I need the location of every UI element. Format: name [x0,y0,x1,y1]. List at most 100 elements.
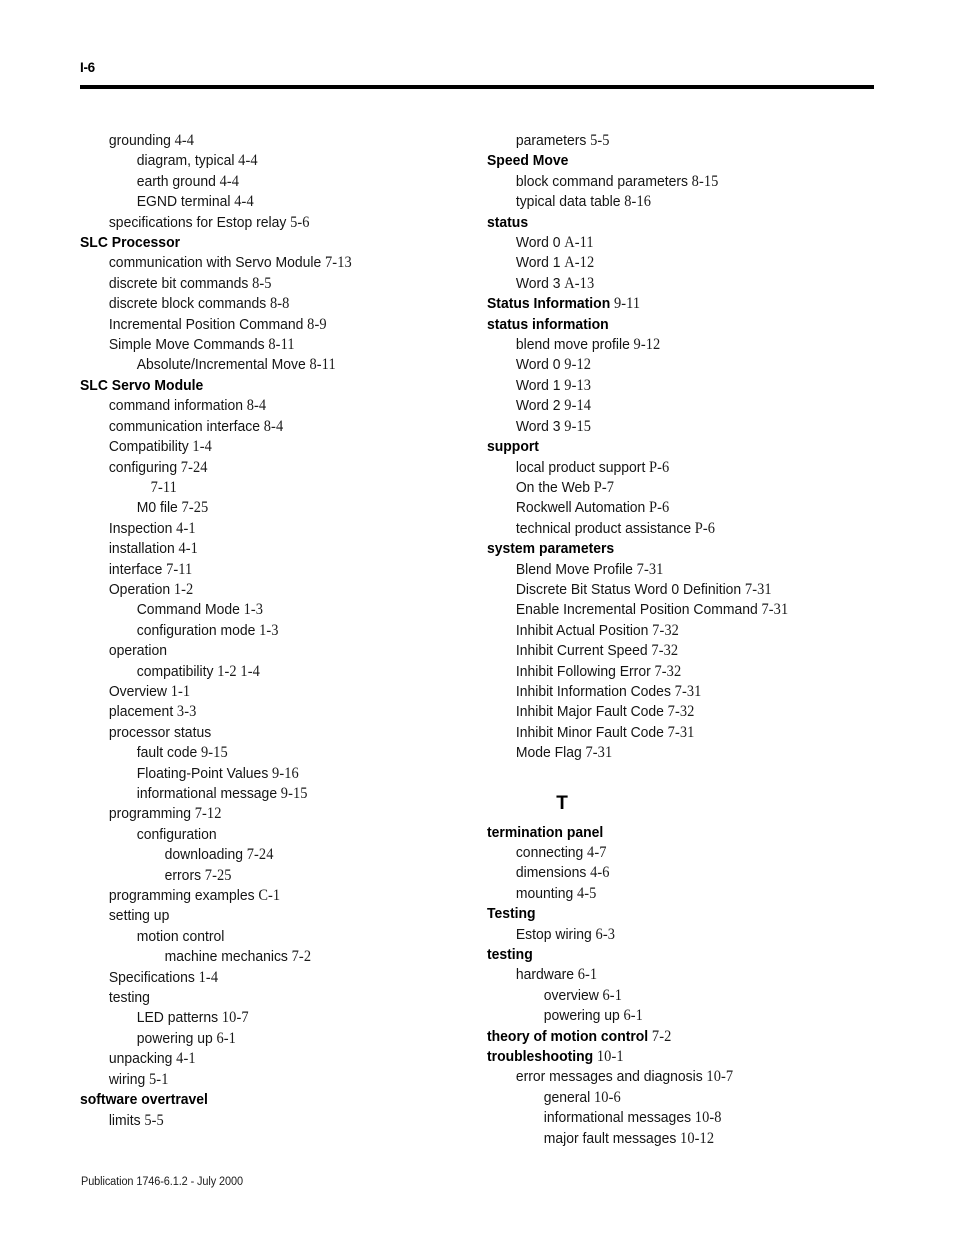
index-entry-term: troubleshooting [487,1048,594,1066]
index-column-right: parameters 5-5 Speed Move block command par… [487,131,887,1149]
index-entry-page: A-11 [564,234,594,252]
index-entry-page: 7-32 [651,642,679,660]
index-entry-term: system parameters [487,540,615,558]
index-entry-term: machine mechanics [164,948,288,966]
index-entry: overview 6-1 [487,986,859,1006]
index-entry-page: 1-3 [259,621,279,639]
index-entry-page: 7-31 [674,682,702,700]
index-entry: Inhibit Information Codes 7-31 [487,682,859,702]
index-entry-page: 8-16 [624,193,652,211]
index-entry-term: local product support [515,458,646,476]
index-entry-page: 7-13 [324,254,352,272]
index-entry-term: communication interface [108,417,261,435]
index-entry: support [487,437,859,457]
index-entry-term: powering up [136,1029,213,1047]
index-entry: Speed Move [487,151,859,171]
index-entry: connecting 4-7 [487,843,859,863]
index-entry-page: 9-15 [200,744,228,762]
index-entry-term: major fault messages [543,1129,677,1147]
index-entry: software overtravel [80,1090,443,1110]
index-entry-page: 5-5 [590,132,610,149]
index-entry-page: 4-4 [174,132,195,149]
index-entry-term: installation [108,540,175,558]
index-entry-term: typical data table [515,193,621,211]
index-entry: Operation 1-2 [80,580,443,600]
index-entry: Word 2 9-14 [487,396,859,416]
index-entry-term: placement [108,703,174,721]
index-entry: grounding 4-4 [80,131,443,151]
index-entry: Simple Move Commands 8-11 [80,335,443,355]
index-entry-page: 7-32 [652,621,679,639]
index-entry: Incremental Position Command 8-9 [80,315,443,335]
index-entry: command information 8-4 [80,396,443,416]
index-entry: 7-11 [80,478,443,498]
index-entry-page: 8-11 [268,336,295,354]
index-entry-term: software overtravel [80,1091,208,1109]
index-entry: fault code 9-15 [80,743,443,763]
index-entry-term: informational messages [543,1109,692,1127]
page-footer: Publication 1746-6.1.2 - July 2000 [81,1176,243,1188]
index-entry-page: 6-3 [595,925,616,943]
index-entry-term: LED patterns [136,1009,219,1027]
index-entry-term: configuration mode [136,621,256,639]
index-page: I-6 grounding 4-4 diagram, typical 4-4 earth… [0,0,954,1235]
index-entry-page: 6-1 [577,966,598,984]
index-entry: general 10-6 [487,1088,859,1108]
index-entry: typical data table 8-16 [487,192,859,212]
index-entry-page: 8-8 [269,295,290,313]
index-entry-page: 5-5 [144,1111,164,1129]
index-entry: M0 file 7-25 [80,498,443,518]
index-entry: informational message 9-15 [80,784,443,804]
index-entry: discrete block commands 8-8 [80,294,443,314]
index-entry-term: compatibility [136,662,214,680]
index-entry: technical product assistance P-6 [487,519,859,539]
index-entry-page: 1-4 [240,662,260,680]
index-entry: informational messages 10-8 [487,1108,859,1128]
index-entry-page: 5-6 [290,213,310,231]
index-entry-page: 9-12 [633,336,661,354]
index-entry-term: overview [543,986,599,1004]
index-entry-term: Floating-Point Values [136,764,269,782]
index-entry-term: motion control [136,927,225,945]
index-entry-page: P-6 [649,458,670,476]
index-entry: EGND terminal 4-4 [80,192,443,212]
index-entry-page: 6-1 [602,986,622,1004]
index-entry-page: 7-11 [166,560,193,578]
index-entry-page: 4-1 [176,1050,196,1068]
index-entry-page: 7-31 [744,580,772,598]
index-entry-term: Inhibit Minor Fault Code [515,723,664,741]
index-entry-term: Blend Move Profile [515,560,633,578]
index-entry-term: Status Information [487,295,611,313]
index-entry: configuration mode 1-3 [80,621,443,641]
index-entry-page: 4-4 [219,172,240,190]
index-entry-term: programming examples [108,887,255,905]
index-entry: compatibility 1-2 1-4 [80,662,443,682]
index-entry-page: 4-5 [576,884,597,902]
index-entry: Inhibit Following Error 7-32 [487,662,859,682]
index-entry-term: wiring [108,1070,146,1088]
index-entry: Floating-Point Values 9-16 [80,764,443,784]
index-entry: setting up [80,906,443,926]
index-entry-term: diagram, typical [136,152,235,170]
index-entry: Absolute/Incremental Move 8-11 [80,355,443,375]
index-entry-page: 7-2 [651,1027,672,1045]
index-entry-term: M0 file [136,499,178,517]
index-entry-term: unpacking [108,1050,173,1068]
index-entry-page: 4-1 [178,540,198,558]
index-entry-page: 9-13 [564,376,592,394]
index-entry-term: Absolute/Incremental Move [136,356,306,374]
index-entry-term: theory of motion control [487,1027,649,1045]
index-entry-page: 7-11 [150,478,177,496]
index-entry: Specifications 1-4 [80,968,443,988]
index-entry-term: Rockwell Automation [515,499,646,517]
index-entry-term: limits [108,1111,141,1129]
index-entry-term: errors [164,866,202,884]
index-entry-term: Inspection [108,519,173,537]
index-entry-page: 7-24 [246,846,274,864]
index-entry-term: earth ground [136,172,216,190]
index-entry-term: configuration [136,825,217,843]
index-entry-page: 1-2 [217,662,237,680]
index-entry: Overview 1-1 [80,682,443,702]
index-entry: mounting 4-5 [487,884,859,904]
index-entry-page: 9-15 [280,785,308,802]
